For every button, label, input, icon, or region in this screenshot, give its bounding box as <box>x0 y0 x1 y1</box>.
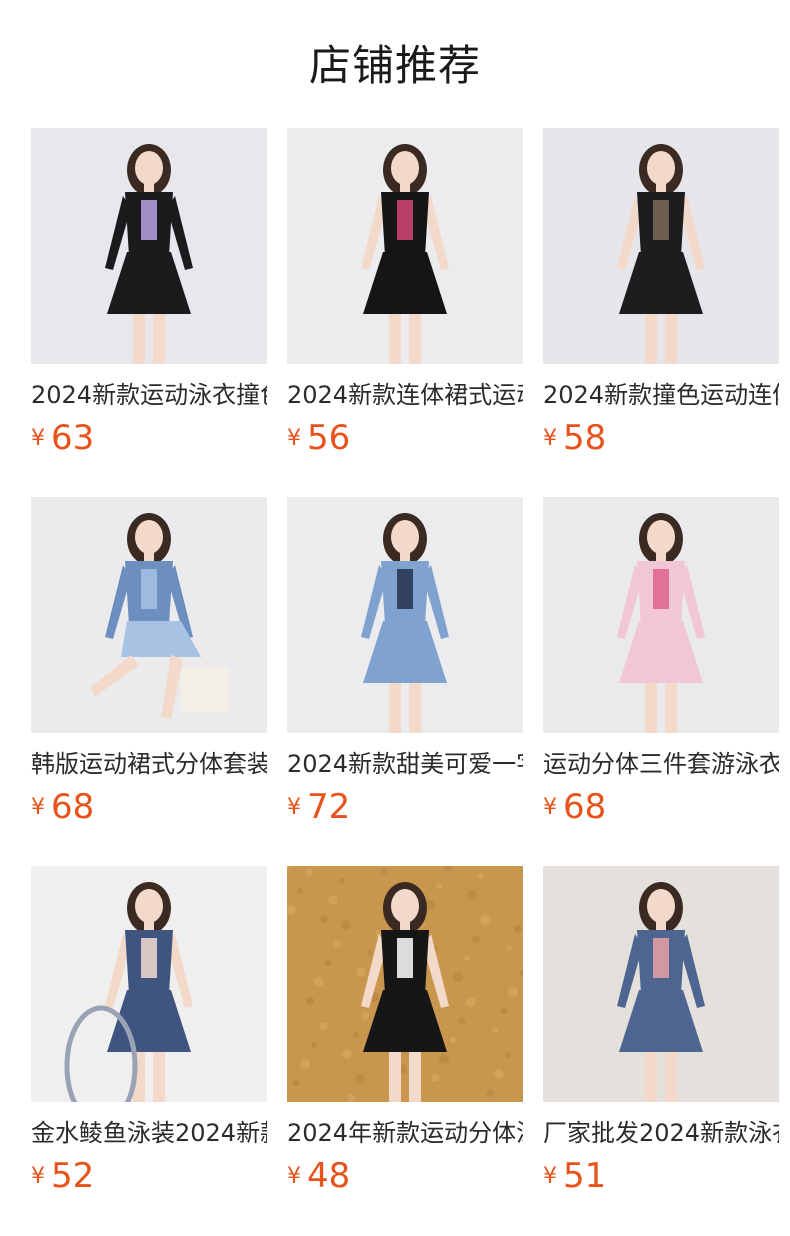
product-name[interactable]: 运动分体三件套游泳衣女 <box>543 747 779 781</box>
product-card[interactable]: 金水鲮鱼泳装2024新款分体 ¥52 <box>31 866 267 1196</box>
currency-symbol: ¥ <box>543 426 557 451</box>
product-name[interactable]: 2024新款撞色运动连体泳衣 <box>543 378 779 412</box>
product-price: ¥58 <box>543 418 779 458</box>
product-image[interactable] <box>31 497 267 733</box>
product-price: ¥63 <box>31 418 267 458</box>
product-card[interactable]: 韩版运动裙式分体套装泳衣 ¥68 <box>31 497 267 827</box>
currency-symbol: ¥ <box>287 795 301 820</box>
product-card[interactable]: 2024新款甜美可爱一字肩泳衣 ¥72 <box>287 497 523 827</box>
product-card[interactable]: 2024新款连体裙式运动泳衣 ¥56 <box>287 128 523 458</box>
currency-symbol: ¥ <box>543 1164 557 1189</box>
currency-symbol: ¥ <box>287 426 301 451</box>
currency-symbol: ¥ <box>31 426 45 451</box>
product-image[interactable] <box>543 497 779 733</box>
price-amount: 68 <box>51 787 95 827</box>
product-name[interactable]: 厂家批发2024新款泳衣女 <box>543 1116 779 1150</box>
price-amount: 72 <box>307 787 351 827</box>
product-price: ¥52 <box>31 1156 267 1196</box>
product-name[interactable]: 2024新款连体裙式运动泳衣 <box>287 378 523 412</box>
product-image[interactable] <box>543 128 779 364</box>
product-card[interactable]: 2024新款运动泳衣撞色连体裙式 ¥63 <box>31 128 267 458</box>
product-name[interactable]: 韩版运动裙式分体套装泳衣 <box>31 747 267 781</box>
product-image[interactable] <box>543 866 779 1102</box>
product-price: ¥51 <box>543 1156 779 1196</box>
product-price: ¥72 <box>287 787 523 827</box>
product-price: ¥56 <box>287 418 523 458</box>
product-image[interactable] <box>31 866 267 1102</box>
product-image[interactable] <box>287 128 523 364</box>
product-price: ¥68 <box>31 787 267 827</box>
price-amount: 68 <box>563 787 607 827</box>
product-name[interactable]: 金水鲮鱼泳装2024新款分体 <box>31 1116 267 1150</box>
currency-symbol: ¥ <box>31 1164 45 1189</box>
product-card[interactable]: 运动分体三件套游泳衣女 ¥68 <box>543 497 779 827</box>
currency-symbol: ¥ <box>287 1164 301 1189</box>
price-amount: 52 <box>51 1156 95 1196</box>
product-price: ¥48 <box>287 1156 523 1196</box>
price-amount: 48 <box>307 1156 351 1196</box>
product-name[interactable]: 2024新款甜美可爱一字肩泳衣 <box>287 747 523 781</box>
page-title: 店铺推荐 <box>308 41 481 90</box>
price-amount: 56 <box>307 418 351 458</box>
price-amount: 63 <box>51 418 95 458</box>
product-image[interactable] <box>287 866 523 1102</box>
product-name[interactable]: 2024年新款运动分体泳衣 <box>287 1116 523 1150</box>
product-card[interactable]: 2024年新款运动分体泳衣 ¥48 <box>287 866 523 1196</box>
product-name[interactable]: 2024新款运动泳衣撞色连体裙式 <box>31 378 267 412</box>
price-amount: 58 <box>563 418 607 458</box>
currency-symbol: ¥ <box>543 795 557 820</box>
currency-symbol: ¥ <box>31 795 45 820</box>
price-amount: 51 <box>563 1156 607 1196</box>
product-price: ¥68 <box>543 787 779 827</box>
product-image[interactable] <box>287 497 523 733</box>
product-card[interactable]: 2024新款撞色运动连体泳衣 ¥58 <box>543 128 779 458</box>
product-image[interactable] <box>31 128 267 364</box>
product-card[interactable]: 厂家批发2024新款泳衣女 ¥51 <box>543 866 779 1196</box>
